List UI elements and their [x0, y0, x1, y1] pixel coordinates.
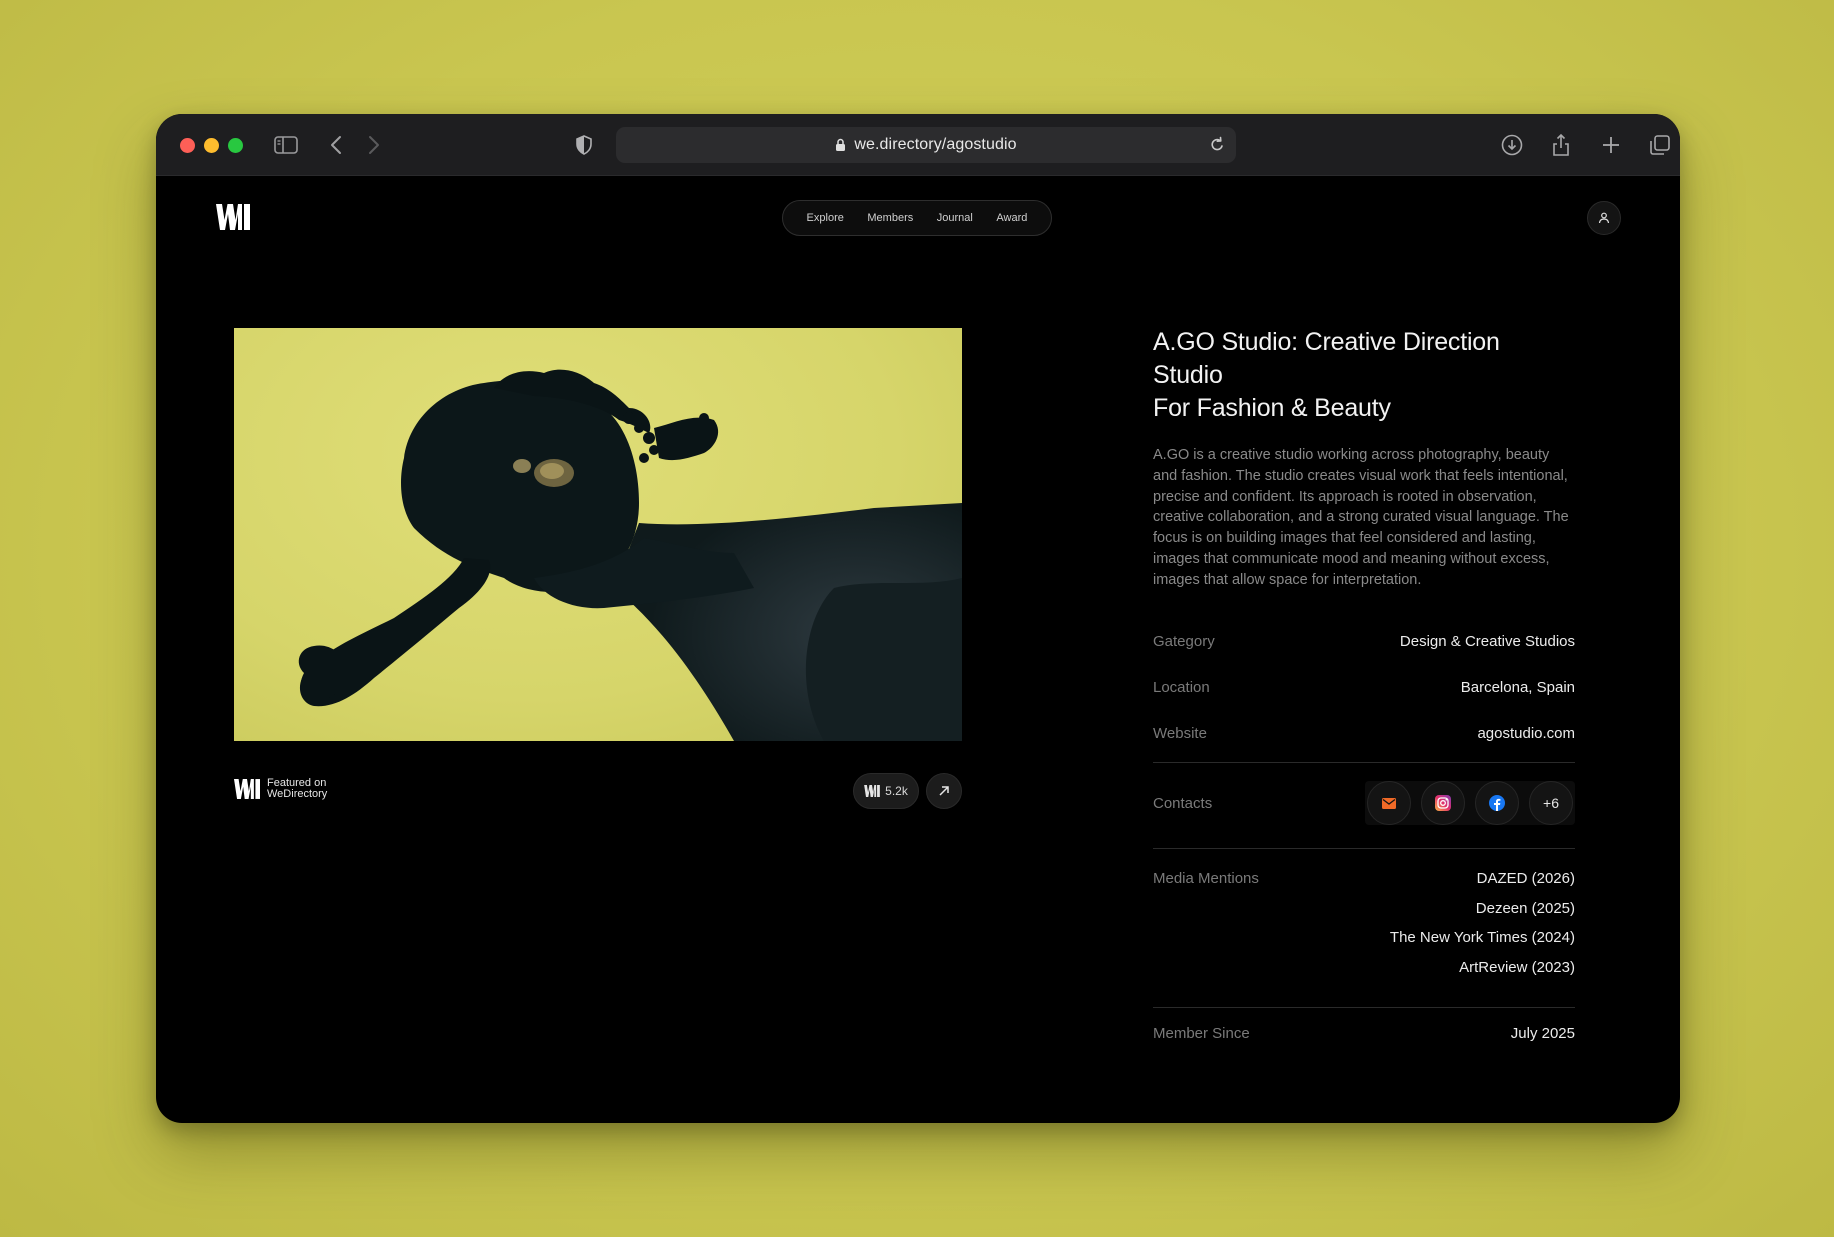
back-icon[interactable]: [322, 131, 350, 159]
contacts-label: Contacts: [1153, 794, 1213, 812]
category-label: Gategory: [1153, 633, 1215, 650]
member-since-value: July 2025: [1510, 1025, 1575, 1042]
description: A.GO is a creative studio working across…: [1153, 447, 1569, 588]
profile-info: A.GO Studio: Creative Direction Studio F…: [1153, 326, 1575, 591]
member-since-row: Member Since July 2025: [1153, 1025, 1575, 1042]
title-line-1: A.GO Studio: Creative Direction Studio: [1153, 328, 1500, 389]
wedirectory-logo[interactable]: [216, 204, 250, 235]
divider: [1153, 1007, 1575, 1008]
privacy-shield-icon[interactable]: [570, 131, 598, 159]
member-since-label: Member Since: [1153, 1025, 1250, 1042]
media-mentions-row: Media Mentions DAZED (2026) Dezeen (2025…: [1153, 864, 1575, 976]
location-row: Location Barcelona, Spain: [1153, 679, 1575, 696]
media-mention[interactable]: ArtReview (2023): [1390, 953, 1575, 983]
zoom-window-button[interactable]: [228, 138, 243, 153]
facebook-button[interactable]: [1475, 781, 1519, 825]
instagram-button[interactable]: [1421, 781, 1465, 825]
location-value: Barcelona, Spain: [1460, 679, 1575, 696]
email-button[interactable]: [1367, 781, 1411, 825]
title-line-2: For Fashion & Beauty: [1153, 394, 1391, 422]
website-row: Website agostudio.com: [1153, 725, 1575, 742]
lock-icon: [836, 138, 846, 151]
nav-award[interactable]: Award: [996, 212, 1027, 224]
minimize-window-button[interactable]: [204, 138, 219, 153]
wedirectory-mark-icon: [234, 779, 260, 799]
browser-window: we.directory/agostudio Explore Members J…: [156, 114, 1680, 1123]
browser-toolbar: we.directory/agostudio: [156, 114, 1680, 176]
category-row: Gategory Design & Creative Studios: [1153, 633, 1575, 650]
category-value[interactable]: Design & Creative Studios: [1400, 633, 1575, 650]
nav-explore[interactable]: Explore: [807, 212, 844, 224]
media-label: Media Mentions: [1153, 870, 1259, 887]
instagram-icon: [1435, 795, 1451, 811]
page-title: A.GO Studio: Creative Direction Studio F…: [1153, 326, 1575, 425]
divider: [1153, 848, 1575, 849]
featured-badge[interactable]: Featured on WeDirectory: [234, 778, 327, 800]
featured-photo: [234, 328, 962, 741]
main-nav: Explore Members Journal Award: [782, 200, 1052, 236]
media-mention[interactable]: The New York Times (2024): [1390, 923, 1575, 953]
wedirectory-mark-icon: [864, 785, 881, 797]
facebook-icon: [1489, 795, 1505, 811]
media-list: DAZED (2026) Dezeen (2025) The New York …: [1390, 864, 1575, 982]
website-label: Website: [1153, 725, 1207, 742]
location-label: Location: [1153, 679, 1210, 696]
likes-button[interactable]: 5.2k: [853, 773, 919, 809]
share-icon[interactable]: [1547, 131, 1575, 159]
new-tab-icon[interactable]: [1597, 131, 1625, 159]
nav-members[interactable]: Members: [867, 212, 913, 224]
forward-icon[interactable]: [360, 131, 388, 159]
contacts-row: Contacts +6: [1153, 781, 1575, 825]
sidebar-toggle-icon[interactable]: [272, 131, 300, 159]
close-window-button[interactable]: [180, 138, 195, 153]
website-link[interactable]: agostudio.com: [1477, 725, 1575, 742]
media-mention[interactable]: Dezeen (2025): [1390, 894, 1575, 924]
mail-icon: [1382, 797, 1396, 809]
nav-journal[interactable]: Journal: [937, 212, 973, 224]
divider: [1153, 762, 1575, 763]
account-button[interactable]: [1587, 201, 1621, 235]
address-bar[interactable]: we.directory/agostudio: [616, 127, 1236, 163]
url-text: we.directory/agostudio: [854, 136, 1017, 153]
likes-count: 5.2k: [885, 784, 908, 798]
tab-overview-icon[interactable]: [1646, 131, 1674, 159]
user-icon: [1598, 212, 1610, 224]
contacts-buttons: +6: [1365, 781, 1575, 825]
arrow-up-right-icon: [939, 786, 949, 796]
media-mention[interactable]: DAZED (2026): [1390, 864, 1575, 894]
featured-site: WeDirectory: [267, 788, 328, 800]
reload-icon[interactable]: [1208, 135, 1226, 160]
more-contacts-button[interactable]: +6: [1529, 781, 1573, 825]
silhouette-portrait-image: [298, 369, 962, 741]
open-external-button[interactable]: [926, 773, 962, 809]
download-icon[interactable]: [1498, 131, 1526, 159]
